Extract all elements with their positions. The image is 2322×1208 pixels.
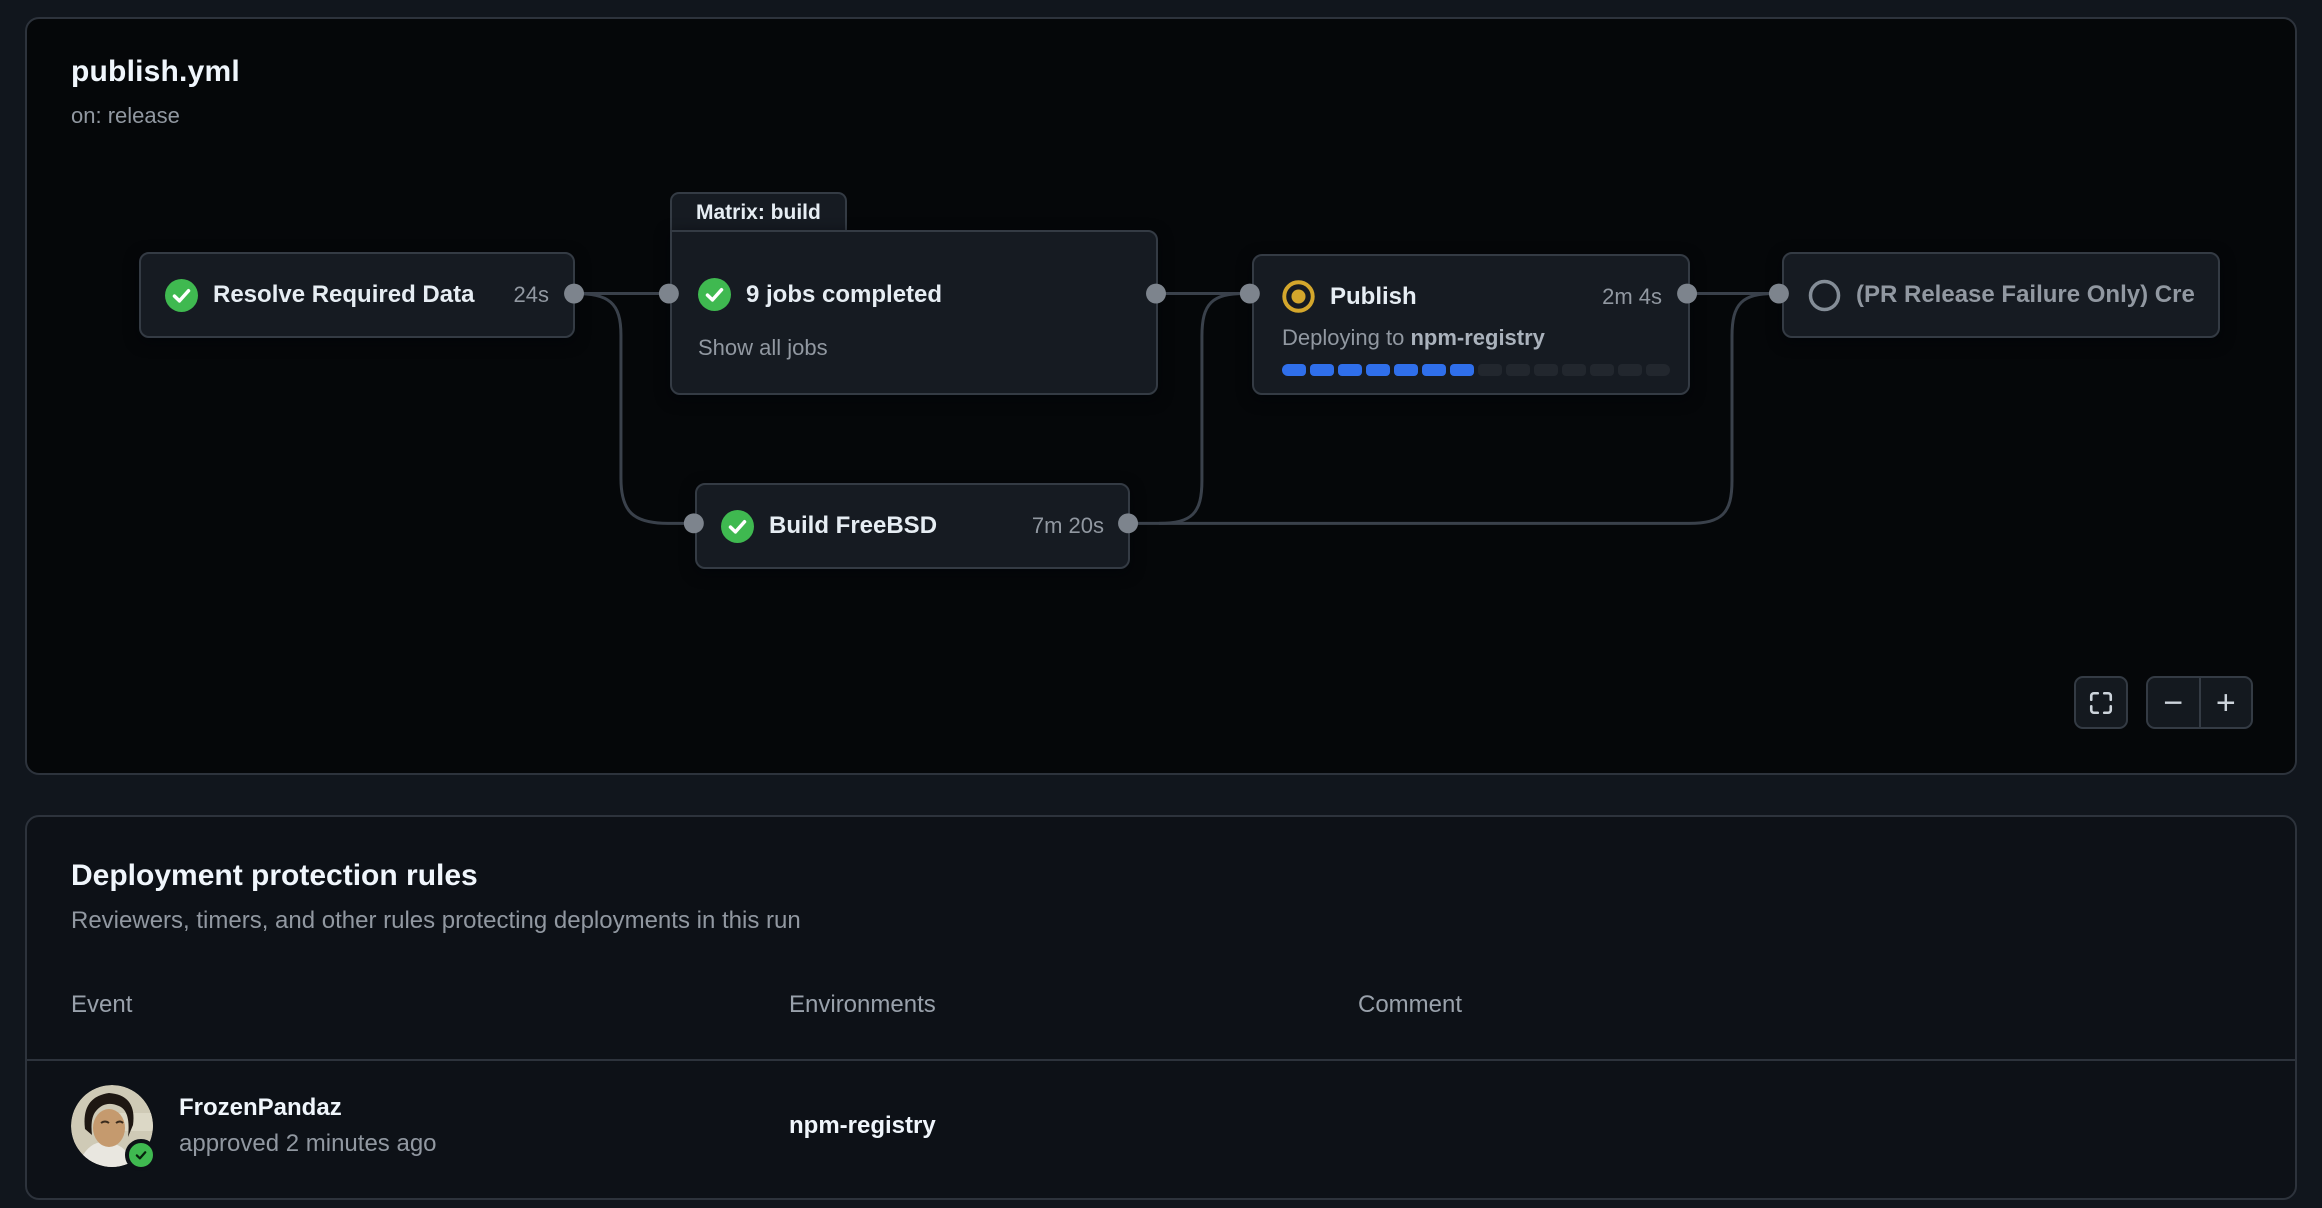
fullscreen-button[interactable] <box>2074 676 2128 729</box>
deploy-status-line: Deploying to npm-registry <box>1282 325 1662 351</box>
deploy-progress-bar <box>1282 364 1670 376</box>
progress-segment <box>1506 364 1530 376</box>
table-row: FrozenPandaz approved 2 minutes ago npm-… <box>27 1061 2295 1191</box>
workflow-graph-panel: publish.yml on: release Resolve Required… <box>25 17 2297 775</box>
progress-segment <box>1282 364 1306 376</box>
progress-segment <box>1394 364 1418 376</box>
progress-segment <box>1618 364 1642 376</box>
rules-subtitle: Reviewers, timers, and other rules prote… <box>71 907 2251 935</box>
column-header-comment: Comment <box>1358 991 2251 1019</box>
approver-username: FrozenPandaz <box>179 1094 437 1122</box>
minus-icon: − <box>2163 686 2183 720</box>
progress-segment <box>1534 364 1558 376</box>
progress-segment <box>1590 364 1614 376</box>
progress-segment <box>1338 364 1362 376</box>
success-check-icon <box>165 279 198 312</box>
progress-segment <box>1478 364 1502 376</box>
matrix-group-tab: Matrix: build <box>670 192 847 232</box>
job-node-pr-release-failure[interactable]: (PR Release Failure Only) Cre… <box>1782 252 2220 338</box>
progress-segment <box>1310 364 1334 376</box>
approved-check-icon <box>132 1146 150 1164</box>
matrix-summary-label: 9 jobs completed <box>746 281 942 309</box>
approval-status-text: approved 2 minutes ago <box>179 1130 437 1158</box>
environment-name: npm-registry <box>789 1112 1358 1140</box>
deploy-prefix: Deploying to <box>1282 325 1404 350</box>
job-node-build-freebsd[interactable]: Build FreeBSD 7m 20s <box>695 483 1130 569</box>
show-all-jobs-link[interactable]: Show all jobs <box>698 335 828 361</box>
progress-segment <box>1450 364 1474 376</box>
job-node-publish[interactable]: Publish 2m 4s Deploying to npm-registry <box>1252 254 1690 395</box>
in-progress-icon <box>1282 280 1315 313</box>
event-cell: FrozenPandaz approved 2 minutes ago <box>71 1085 789 1167</box>
column-header-environments: Environments <box>789 991 1358 1019</box>
rules-table-header: Event Environments Comment <box>27 991 2295 1061</box>
job-node-resolve-required-data[interactable]: Resolve Required Data 24s <box>139 252 575 338</box>
job-duration: 7m 20s <box>1016 513 1104 539</box>
workflow-trigger: on: release <box>71 103 240 129</box>
rules-title: Deployment protection rules <box>71 859 2251 893</box>
plus-icon: + <box>2216 686 2236 720</box>
approved-badge <box>125 1139 157 1171</box>
fullscreen-icon <box>2088 690 2114 716</box>
deployment-protection-rules-panel: Deployment protection rules Reviewers, t… <box>25 815 2297 1200</box>
job-label: Resolve Required Data <box>213 281 474 309</box>
job-label: Publish <box>1330 283 1417 311</box>
progress-segment <box>1422 364 1446 376</box>
pending-circle-icon <box>1808 279 1841 312</box>
column-header-event: Event <box>71 991 789 1019</box>
deploy-target: npm-registry <box>1410 325 1544 350</box>
rules-header: Deployment protection rules Reviewers, t… <box>27 817 2295 935</box>
success-check-icon <box>698 278 731 311</box>
workflow-file-title: publish.yml <box>71 55 240 89</box>
success-check-icon <box>721 510 754 543</box>
graph-header: publish.yml on: release <box>71 55 240 129</box>
event-text: FrozenPandaz approved 2 minutes ago <box>179 1094 437 1158</box>
progress-segment <box>1562 364 1586 376</box>
zoom-in-button[interactable]: + <box>2201 678 2252 727</box>
zoom-button-group: − + <box>2146 676 2253 729</box>
edge-build-to-publish <box>1159 294 1250 524</box>
job-duration: 24s <box>498 282 549 308</box>
job-label: Build FreeBSD <box>769 512 937 540</box>
progress-segment <box>1366 364 1390 376</box>
progress-segment <box>1646 364 1670 376</box>
job-node-matrix-build[interactable]: 9 jobs completed Show all jobs <box>670 230 1158 395</box>
avatar <box>71 1085 153 1167</box>
zoom-out-button[interactable]: − <box>2148 678 2201 727</box>
graph-controls: − + <box>2074 676 2253 729</box>
job-label: (PR Release Failure Only) Cre… <box>1856 281 2194 309</box>
matrix-tab-label: Matrix: build <box>696 201 821 225</box>
workflow-edges <box>27 19 2295 773</box>
job-duration: 2m 4s <box>1586 284 1662 310</box>
